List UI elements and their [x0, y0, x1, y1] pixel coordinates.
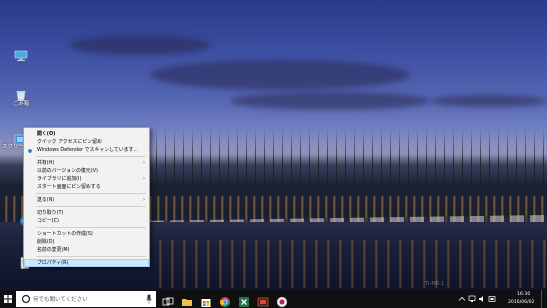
- menu-item-properties[interactable]: プロパティ(R): [24, 259, 149, 267]
- chrome-icon: [220, 297, 230, 307]
- menu-item-label: プロパティ(R): [37, 260, 69, 266]
- menu-item-label: 共有(H): [37, 160, 55, 166]
- chevron-up-icon[interactable]: [458, 295, 466, 303]
- ime-icon[interactable]: [488, 295, 496, 303]
- menu-item-open[interactable]: 開く(O): [24, 130, 149, 138]
- task-view-button[interactable]: [162, 293, 174, 306]
- light-reflections: [150, 240, 547, 288]
- desktop-icon-pc[interactable]: [6, 47, 36, 61]
- menu-item-label: 削除(D): [37, 239, 55, 245]
- cortana-icon: [21, 294, 31, 304]
- desktop-icon-recycle-bin[interactable]: ごみ箱: [6, 87, 36, 108]
- search-box[interactable]: 何でも聞いてください: [16, 291, 156, 307]
- windows-logo-icon: [4, 295, 12, 303]
- show-desktop-button[interactable]: [542, 290, 547, 308]
- excel-icon: [239, 297, 249, 307]
- clock-date[interactable]: 2016/06/02: [508, 300, 534, 305]
- clock-time[interactable]: 16:30: [517, 292, 530, 297]
- taskbar-app[interactable]: [276, 293, 288, 307]
- taskbar-store[interactable]: [200, 293, 212, 307]
- folder-icon: [182, 299, 192, 306]
- media-player-icon: [257, 297, 269, 307]
- taskbar-chrome[interactable]: [219, 293, 231, 307]
- menu-item-label: 切り取り(T): [37, 210, 64, 216]
- volume-icon[interactable]: [478, 295, 486, 303]
- monitor-icon: [14, 47, 28, 61]
- network-icon[interactable]: [468, 295, 476, 303]
- watermark-text: TI-MR-1: [425, 281, 444, 287]
- menu-item-label: 開く(O): [37, 131, 56, 137]
- cloud: [230, 92, 430, 110]
- menu-item-defender-scan[interactable]: Windows Defender でスキャンしています...: [24, 146, 149, 154]
- chevron-right-icon: ›: [143, 176, 145, 182]
- menu-item-label: スタート画面にピン留めする: [37, 184, 101, 190]
- taskbar: 何でも聞いてください 16:30 2016/06/02: [0, 290, 547, 308]
- taskbar-file-explorer[interactable]: [181, 293, 193, 306]
- menu-separator: [36, 193, 146, 194]
- menu-item-label: 以前のバージョンの復元(V): [37, 168, 98, 174]
- taskbar-media[interactable]: [257, 293, 269, 307]
- menu-separator: [36, 156, 146, 157]
- store-icon: [201, 299, 211, 307]
- cloud: [150, 60, 410, 90]
- menu-item-add-to-library[interactable]: ライブラリに追加(I) ›: [24, 175, 149, 183]
- desktop-icon-label: ごみ箱: [12, 101, 30, 107]
- menu-item-label: クイック アクセスにピン留め: [37, 139, 102, 145]
- context-menu: 開く(O) クイック アクセスにピン留め Windows Defender でス…: [23, 127, 150, 267]
- menu-item-delete[interactable]: 削除(D): [24, 238, 149, 246]
- menu-item-rename[interactable]: 名前の変更(M): [24, 246, 149, 254]
- menu-item-label: Windows Defender でスキャンしています...: [37, 147, 139, 153]
- cloud: [70, 35, 210, 55]
- menu-item-pin-quick-access[interactable]: クイック アクセスにピン留め: [24, 138, 149, 146]
- menu-item-label: ショートカットの作成(S): [37, 231, 93, 237]
- menu-item-create-shortcut[interactable]: ショートカットの作成(S): [24, 230, 149, 238]
- menu-item-label: 送る(N): [37, 197, 55, 203]
- menu-item-send-to[interactable]: 送る(N) ›: [24, 196, 149, 204]
- recycle-bin-icon: [14, 87, 28, 102]
- menu-item-share[interactable]: 共有(H) ›: [24, 159, 149, 167]
- menu-separator: [36, 227, 146, 228]
- task-view-icon: [162, 297, 174, 306]
- taskbar-excel[interactable]: [238, 293, 250, 307]
- menu-item-label: 名前の変更(M): [37, 247, 70, 253]
- start-button[interactable]: [0, 290, 16, 308]
- defender-shield-icon: [28, 148, 32, 153]
- menu-separator: [36, 206, 146, 207]
- menu-item-copy[interactable]: コピー(C): [24, 217, 149, 225]
- microphone-icon[interactable]: [146, 294, 152, 304]
- chevron-right-icon: ›: [143, 160, 145, 166]
- menu-item-restore-previous[interactable]: 以前のバージョンの復元(V): [24, 167, 149, 175]
- menu-item-pin-start[interactable]: スタート画面にピン留めする: [24, 183, 149, 191]
- cloud: [430, 95, 547, 107]
- menu-item-cut[interactable]: 切り取り(T): [24, 209, 149, 217]
- menu-item-label: ライブラリに追加(I): [37, 176, 82, 182]
- chevron-right-icon: ›: [143, 197, 145, 203]
- menu-separator: [36, 256, 146, 257]
- search-placeholder: 何でも聞いてください: [33, 297, 88, 303]
- app-circle-icon: [277, 297, 287, 307]
- menu-item-label: コピー(C): [37, 218, 59, 224]
